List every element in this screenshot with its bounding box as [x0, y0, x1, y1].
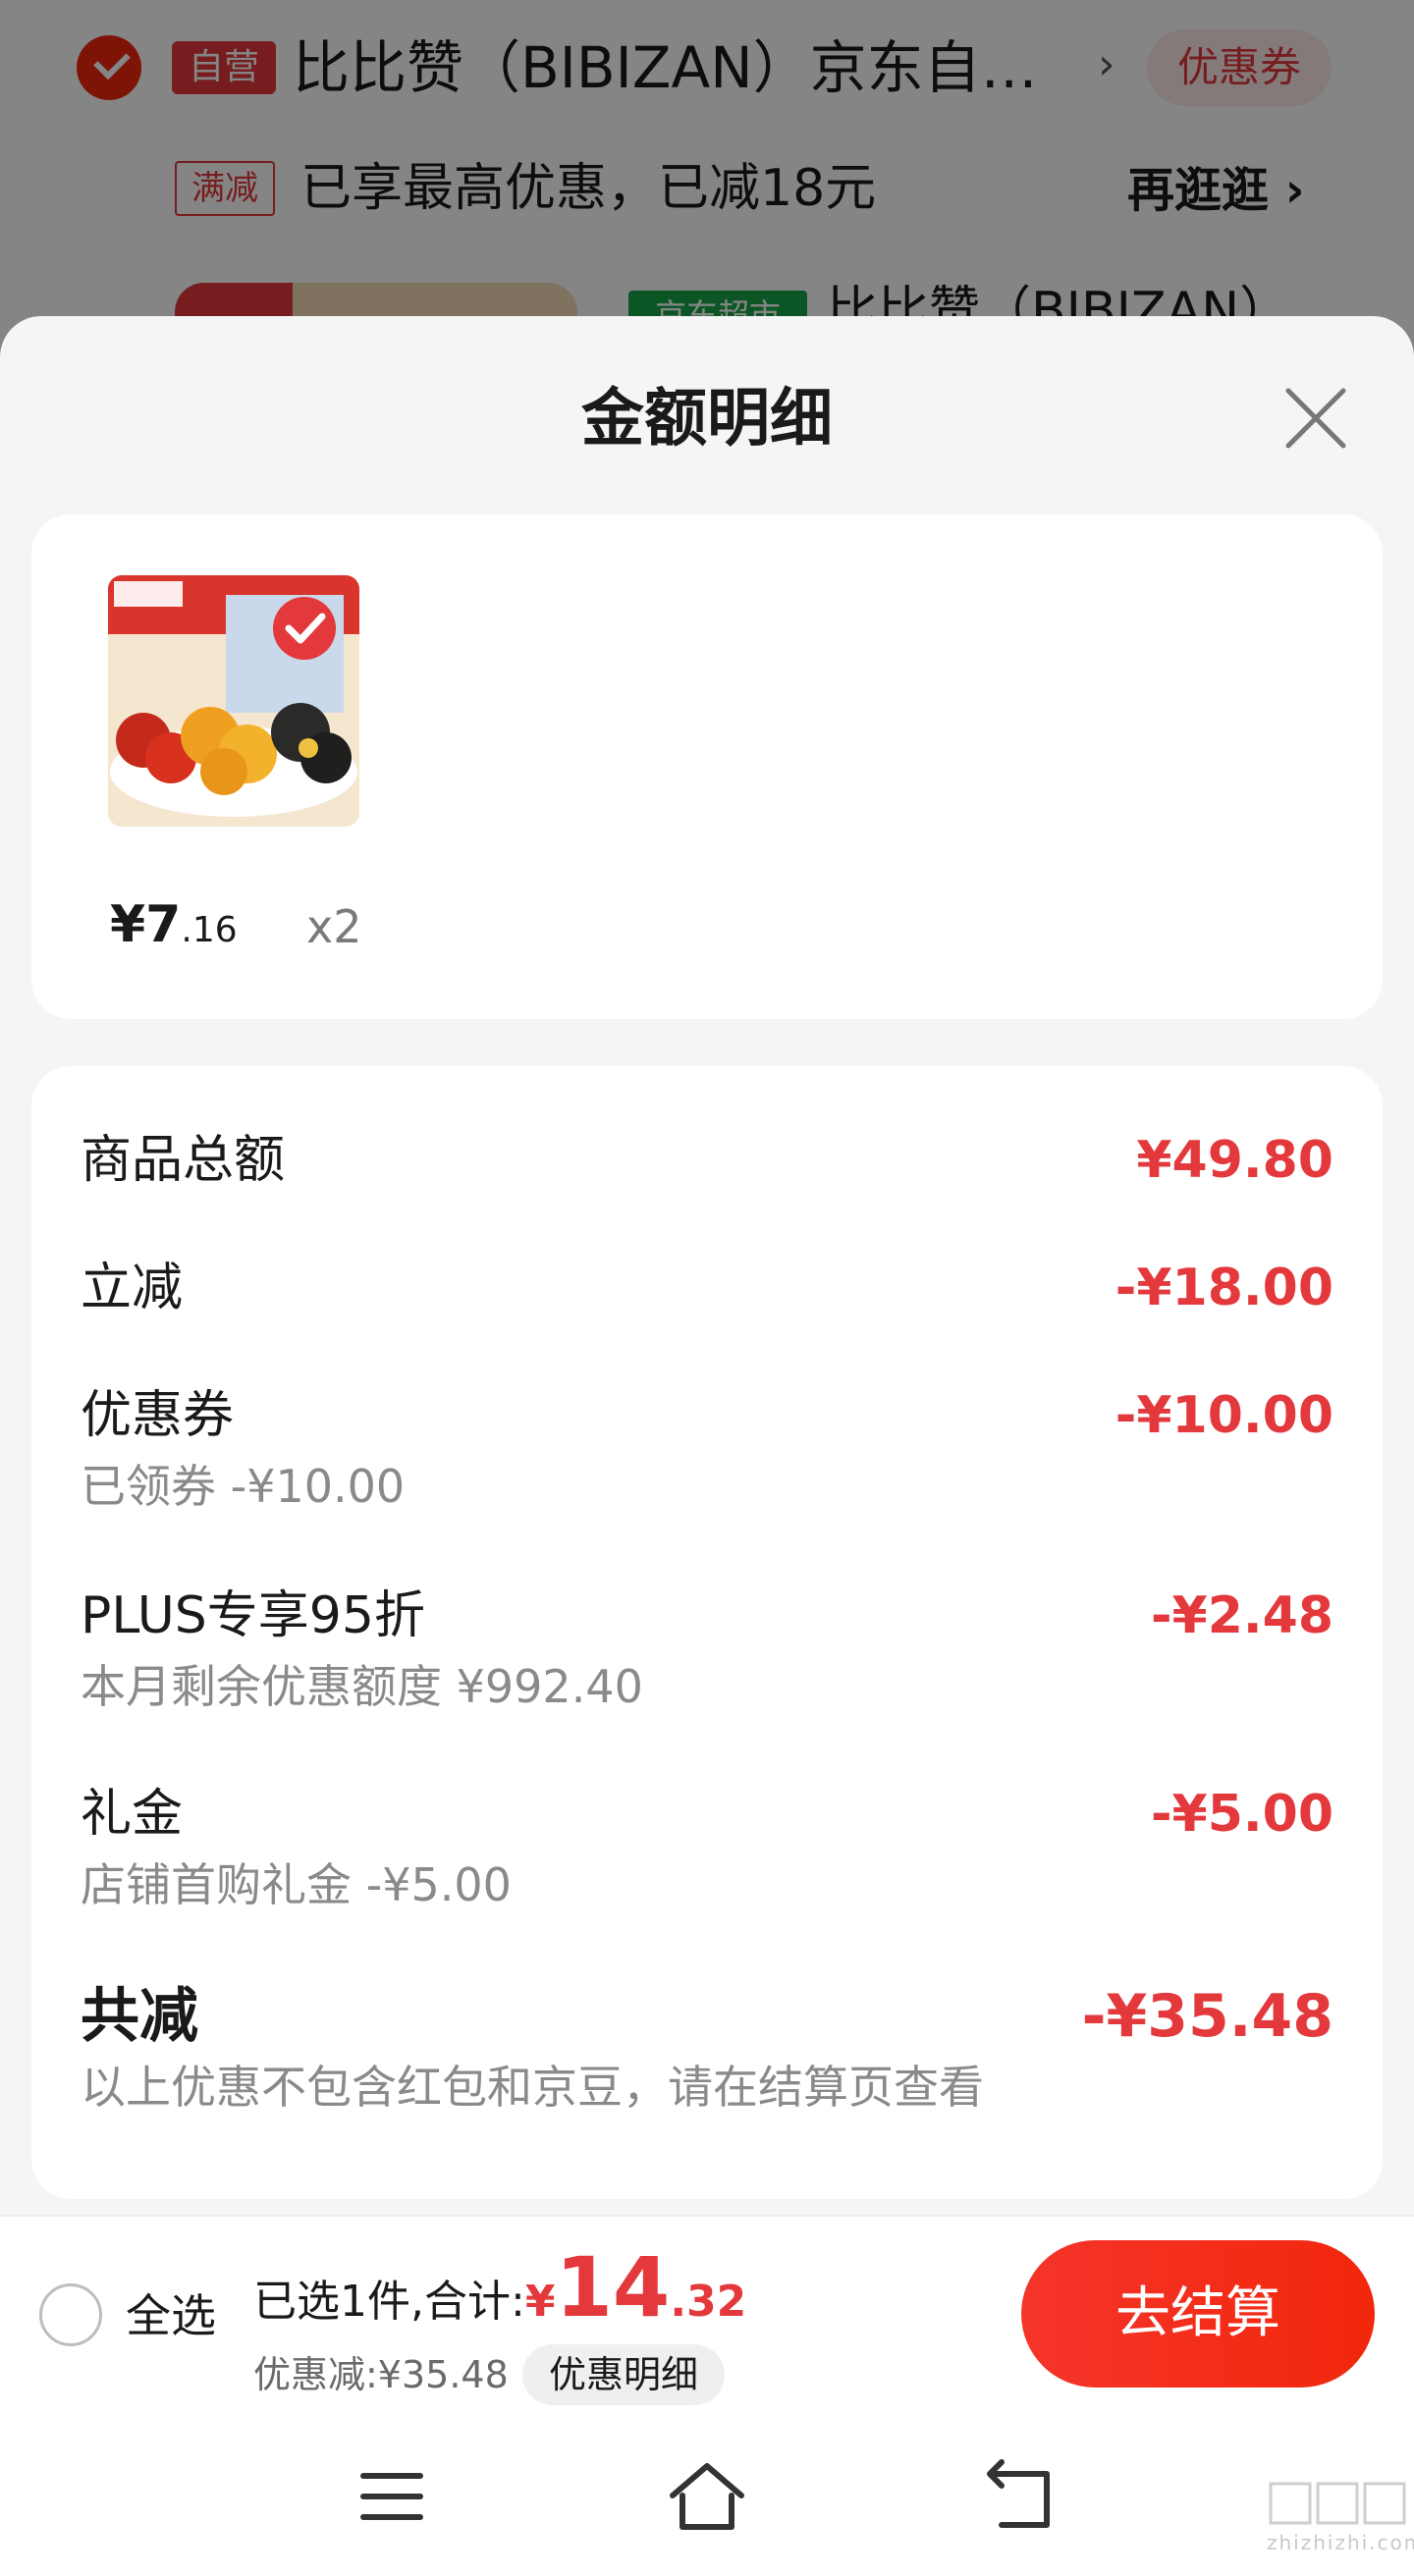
row-value: ¥49.80 — [1136, 1131, 1333, 1190]
row-sub: 以上优惠不包含红包和京豆，请在结算页查看 — [81, 2061, 984, 2114]
row-value: -¥10.00 — [1115, 1386, 1333, 1445]
select-all-radio[interactable] — [39, 2283, 102, 2346]
row-label: 商品总额 — [81, 1131, 286, 1190]
row-value: -¥35.48 — [1081, 1982, 1333, 2051]
sheet-title: 金额明细 — [581, 383, 833, 456]
discount-detail-button[interactable]: 优惠明细 — [522, 2344, 725, 2405]
select-all-label[interactable]: 全选 — [126, 2281, 216, 2350]
product-thumbnail[interactable] — [108, 575, 359, 827]
row-label: 立减 — [81, 1259, 184, 1317]
price-integer: ¥7 — [110, 895, 182, 954]
total-integer: 14 — [555, 2239, 671, 2335]
row-label: PLUS专享95折 — [81, 1586, 425, 1645]
product-quantity: x2 — [306, 900, 362, 953]
total-currency: ¥ — [524, 2277, 556, 2327]
row-value: -¥2.48 — [1150, 1586, 1333, 1645]
price-decimal: .16 — [181, 910, 238, 950]
system-nav-bar — [0, 2411, 1414, 2576]
selected-prefix: 已选1件,合计: — [253, 2277, 525, 2327]
product-price: ¥7.16 — [110, 886, 238, 970]
menu-icon[interactable] — [348, 2452, 436, 2541]
back-icon[interactable] — [978, 2452, 1066, 2541]
checkout-button[interactable]: 去结算 — [1021, 2240, 1375, 2388]
watermark-text: zhizhizhi.com — [1267, 2531, 1414, 2554]
row-sub: 已领券 -¥10.00 — [81, 1460, 406, 1513]
close-icon[interactable] — [1278, 381, 1353, 456]
row-label: 优惠券 — [81, 1386, 235, 1445]
checkout-bar: 全选 已选1件,合计:¥14.32 优惠减:¥35.48 优惠明细 去结算 — [0, 2215, 1414, 2411]
total-decimal: .32 — [670, 2277, 747, 2327]
selected-total: 已选1件,合计:¥14.32 — [253, 2246, 746, 2329]
home-icon[interactable] — [663, 2452, 751, 2541]
row-value: -¥5.00 — [1150, 1785, 1333, 1844]
product-card: ¥7.16 x2 — [31, 514, 1383, 1019]
row-sub: 本月剩余优惠额度 ¥992.40 — [81, 1660, 643, 1713]
row-label: 共减 — [81, 1982, 198, 2051]
row-sub: 店铺首购礼金 -¥5.00 — [81, 1858, 512, 1911]
amount-breakdown-card: 商品总额 ¥49.80 立减 -¥18.00 优惠券 已领券 -¥10.00 -… — [31, 1066, 1383, 2199]
watermark-logo-icon — [1269, 2482, 1406, 2525]
row-label: 礼金 — [81, 1785, 184, 1844]
row-value: -¥18.00 — [1115, 1259, 1333, 1317]
discount-amount: 优惠减:¥35.48 — [253, 2353, 509, 2396]
